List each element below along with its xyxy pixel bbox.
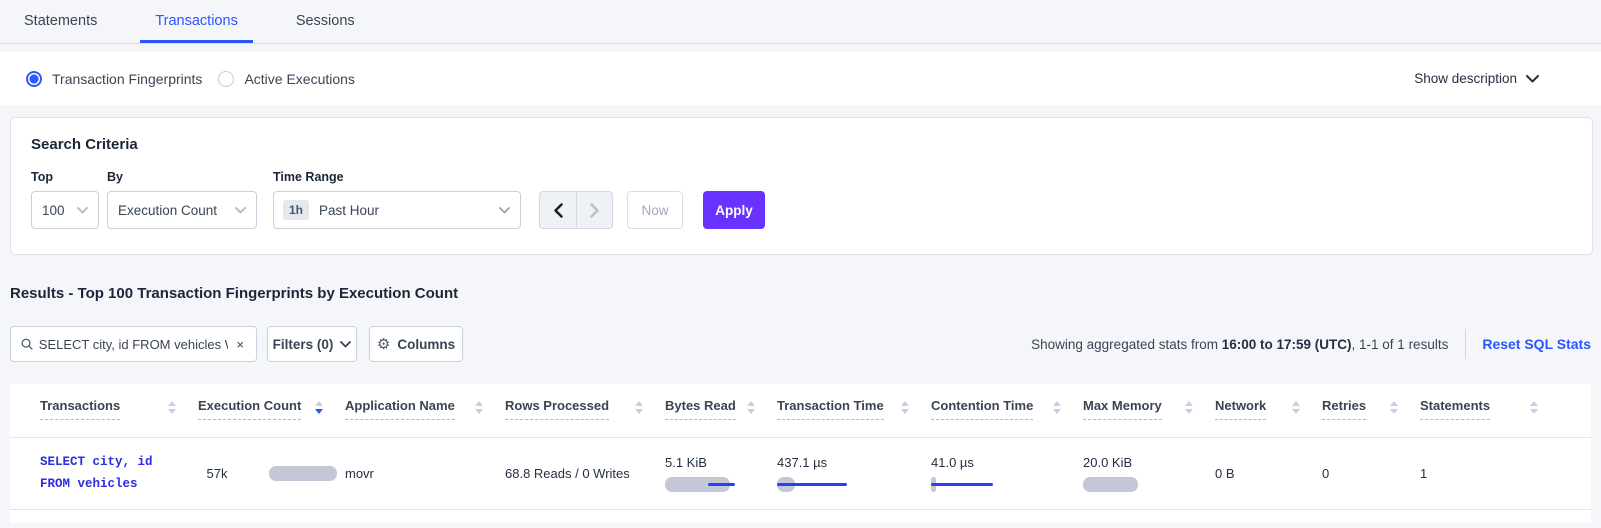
- column-header-rows-processed[interactable]: Rows Processed: [505, 398, 665, 420]
- time-range-label: Time Range: [273, 170, 521, 184]
- by-select-value: Execution Count: [118, 203, 217, 218]
- time-range-value: Past Hour: [319, 203, 379, 218]
- cell-network: 0 B: [1215, 466, 1322, 481]
- bytes-read-stddev-line: [708, 483, 735, 486]
- radio-transaction-fingerprints[interactable]: Transaction Fingerprints: [26, 71, 202, 87]
- chevron-down-icon: [340, 341, 351, 348]
- column-header-statements[interactable]: Statements: [1420, 398, 1560, 420]
- sort-carets-icon[interactable]: [1390, 401, 1398, 414]
- radio-label: Transaction Fingerprints: [52, 71, 202, 87]
- cell-retries: 0: [1322, 466, 1420, 481]
- cell-transaction-time: 437.1 µs: [777, 455, 931, 492]
- results-toolbar: × Filters (0) ⚙ Columns Showing aggregat…: [10, 326, 1591, 362]
- sort-carets-icon[interactable]: [168, 401, 176, 414]
- chevron-down-icon: [499, 207, 510, 214]
- column-header-network[interactable]: Network: [1215, 398, 1322, 420]
- radio-label: Active Executions: [244, 71, 355, 87]
- results-search-box[interactable]: ×: [10, 326, 257, 362]
- page-tabs: Statements Transactions Sessions: [0, 0, 1601, 44]
- now-button[interactable]: Now: [627, 191, 683, 229]
- max-memory-bar: [1083, 477, 1138, 492]
- contention-time-stddev-line: [931, 483, 993, 486]
- sort-carets-icon[interactable]: [635, 401, 643, 414]
- sort-carets-icon[interactable]: [901, 401, 909, 414]
- cell-execution-count: 57k: [198, 466, 345, 481]
- column-header-contention-time[interactable]: Contention Time: [931, 398, 1083, 420]
- time-nav-group: [539, 191, 613, 229]
- chevron-left-icon: [554, 203, 563, 218]
- radio-active-executions[interactable]: Active Executions: [218, 71, 355, 87]
- cell-max-memory: 20.0 KiB: [1083, 455, 1215, 492]
- cell-rows-processed: 68.8 Reads / 0 Writes: [505, 466, 665, 481]
- time-range-field: Time Range 1h Past Hour: [273, 170, 521, 229]
- top-label: Top: [31, 170, 107, 184]
- transaction-time-stddev-line: [777, 483, 847, 486]
- time-range-select[interactable]: 1h Past Hour: [273, 191, 521, 229]
- by-field: By Execution Count: [107, 170, 273, 229]
- apply-button[interactable]: Apply: [703, 191, 765, 229]
- show-description-toggle[interactable]: Show description: [1414, 71, 1539, 86]
- cell-bytes-read: 5.1 KiB: [665, 455, 777, 492]
- column-header-bytes-read[interactable]: Bytes Read: [665, 398, 777, 420]
- filters-button[interactable]: Filters (0): [267, 326, 357, 362]
- reset-sql-stats-link[interactable]: Reset SQL Stats: [1482, 336, 1591, 352]
- show-description-label: Show description: [1414, 71, 1517, 86]
- radio-selected-icon: [26, 71, 42, 87]
- column-header-transaction-time[interactable]: Transaction Time: [777, 398, 931, 420]
- top-field: Top 100: [31, 170, 107, 229]
- column-header-application-name[interactable]: Application Name: [345, 398, 505, 420]
- column-header-max-memory[interactable]: Max Memory: [1083, 398, 1215, 420]
- cell-application-name: movr: [345, 466, 505, 481]
- time-next-button[interactable]: [576, 192, 612, 228]
- radio-unselected-icon: [218, 71, 234, 87]
- column-header-retries[interactable]: Retries: [1322, 398, 1420, 420]
- view-toggle-row: Transaction Fingerprints Active Executio…: [0, 52, 1601, 105]
- transactions-table: Transactions Execution Count Application…: [10, 384, 1591, 523]
- aggregated-stats-text: Showing aggregated stats from 16:00 to 1…: [1031, 337, 1448, 352]
- tab-transactions[interactable]: Transactions: [140, 1, 252, 43]
- column-header-execution-count[interactable]: Execution Count: [198, 398, 345, 420]
- column-header-transactions[interactable]: Transactions: [40, 398, 198, 420]
- top-select[interactable]: 100: [31, 191, 99, 229]
- sort-carets-icon[interactable]: [1185, 401, 1193, 414]
- clear-search-icon[interactable]: ×: [234, 337, 246, 352]
- search-input[interactable]: [39, 337, 229, 352]
- columns-button[interactable]: ⚙ Columns: [369, 326, 463, 362]
- sort-carets-icon[interactable]: [1053, 401, 1061, 414]
- cell-transactions: SELECT city, id FROM vehicles: [40, 452, 198, 495]
- by-label: By: [107, 170, 273, 184]
- transaction-fingerprint-link[interactable]: FROM vehicles: [40, 474, 198, 495]
- vertical-divider: [1465, 329, 1466, 359]
- stats-area: Showing aggregated stats from 16:00 to 1…: [1031, 329, 1591, 359]
- sort-carets-icon[interactable]: [315, 401, 323, 414]
- table-row: SELECT city, id FROM vehicles 57k movr 6…: [10, 438, 1591, 510]
- transaction-fingerprint-link[interactable]: SELECT city, id: [40, 452, 198, 473]
- chevron-down-icon: [235, 207, 246, 214]
- search-icon: [21, 337, 33, 351]
- search-criteria-card: Search Criteria Top 100 By Execution Cou…: [10, 117, 1593, 255]
- chevron-down-icon: [1526, 75, 1539, 83]
- tab-statements[interactable]: Statements: [9, 1, 112, 43]
- cell-contention-time: 41.0 µs: [931, 455, 1083, 492]
- chevron-down-icon: [77, 207, 88, 214]
- search-criteria-title: Search Criteria: [31, 136, 1572, 153]
- time-prev-button[interactable]: [540, 192, 576, 228]
- tab-sessions[interactable]: Sessions: [281, 1, 370, 43]
- execution-count-bar: [269, 466, 337, 481]
- sort-carets-icon[interactable]: [1292, 401, 1300, 414]
- by-select[interactable]: Execution Count: [107, 191, 257, 229]
- cell-statements: 1: [1420, 466, 1560, 481]
- sort-carets-icon[interactable]: [475, 401, 483, 414]
- sort-carets-icon[interactable]: [1530, 401, 1538, 414]
- table-header-row: Transactions Execution Count Application…: [10, 384, 1591, 438]
- chevron-right-icon: [590, 203, 599, 218]
- sort-carets-icon[interactable]: [747, 401, 755, 414]
- gear-icon: ⚙: [377, 337, 390, 352]
- columns-label: Columns: [397, 337, 455, 352]
- time-range-badge: 1h: [283, 200, 309, 220]
- results-heading: Results - Top 100 Transaction Fingerprin…: [10, 285, 1601, 302]
- top-select-value: 100: [42, 203, 65, 218]
- filters-label: Filters (0): [273, 337, 334, 352]
